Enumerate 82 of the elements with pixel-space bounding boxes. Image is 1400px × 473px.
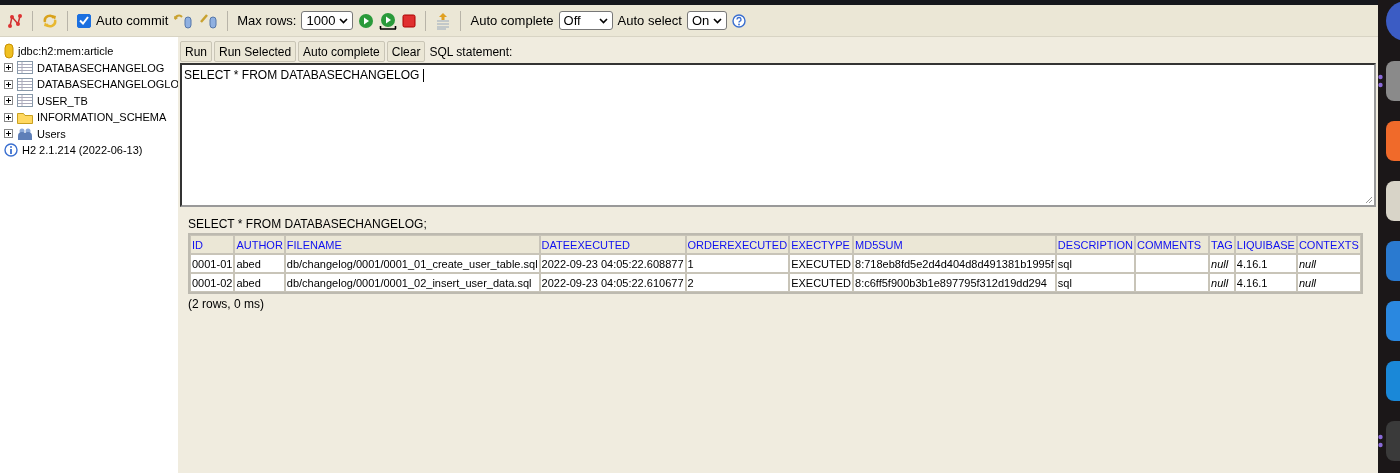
expand-icon[interactable] xyxy=(4,79,13,89)
table-icon xyxy=(17,93,33,109)
column-header[interactable]: EXECTYPE xyxy=(789,235,854,254)
column-header[interactable]: DATEEXECUTED xyxy=(539,235,686,254)
commit-icon[interactable] xyxy=(198,12,219,29)
table-cell: db/changelog/0001/0001_01_create_user_table.sql xyxy=(284,254,540,273)
expand-icon[interactable] xyxy=(4,112,13,122)
tree-item[interactable]: DATABASECHANGELOGLO xyxy=(37,77,178,92)
caret-icon xyxy=(339,17,349,24)
expand-icon[interactable] xyxy=(4,129,13,139)
database-icon xyxy=(4,43,14,60)
users-icon xyxy=(17,126,33,142)
table-icon xyxy=(17,60,33,76)
max-rows-select[interactable]: 1000 xyxy=(301,11,354,30)
table-cell: 8:718eb8fd5e2d4d404d8d491381b1995f xyxy=(853,254,1056,273)
caret-icon xyxy=(713,17,723,24)
stop-icon[interactable] xyxy=(402,13,417,28)
column-header[interactable]: TAG xyxy=(1209,235,1235,254)
expand-icon[interactable] xyxy=(4,96,13,106)
column-header[interactable]: ID xyxy=(190,235,235,254)
table-cell: sql xyxy=(1055,273,1136,292)
sql-editor[interactable]: SELECT * FROM DATABASECHANGELOG xyxy=(180,63,1376,207)
column-header[interactable]: AUTHOR xyxy=(234,235,285,254)
resize-grip-icon[interactable] xyxy=(1365,196,1373,204)
result-statement: SELECT * FROM DATABASECHANGELOG; xyxy=(188,217,428,231)
auto-complete-label: Auto complete xyxy=(470,13,554,28)
tree-item[interactable]: USER_TB xyxy=(37,93,88,108)
rollback-icon[interactable] xyxy=(173,12,194,29)
disconnect-icon[interactable] xyxy=(7,12,23,29)
sql-statement-label: SQL statement: xyxy=(429,44,513,59)
table-cell: 8:c6ff5f900b3b1e897795f312d19dd294 xyxy=(853,273,1056,292)
auto-complete-select[interactable]: Off xyxy=(558,11,613,30)
version-label: H2 2.1.214 (2022-06-13) xyxy=(22,143,143,158)
tree-item[interactable]: INFORMATION_SCHEMA xyxy=(37,110,167,125)
table-icon xyxy=(17,76,33,92)
table-cell: 1 xyxy=(685,254,790,273)
column-header[interactable]: COMMENTS xyxy=(1135,235,1210,254)
column-header[interactable]: CONTEXTS xyxy=(1296,235,1361,254)
info-icon xyxy=(4,143,18,158)
column-header[interactable]: FILENAME xyxy=(284,235,540,254)
table-cell: EXECUTED xyxy=(789,254,854,273)
null-cell: null xyxy=(1209,254,1235,273)
table-cell: 4.16.1 xyxy=(1234,273,1297,292)
run-selected-icon[interactable] xyxy=(379,11,398,30)
help-icon[interactable] xyxy=(732,13,747,28)
run-button[interactable]: Run xyxy=(180,41,212,62)
caret-icon xyxy=(598,17,608,24)
column-header[interactable]: DESCRIPTION xyxy=(1055,235,1136,254)
table-cell: 4.16.1 xyxy=(1234,254,1297,273)
column-header[interactable]: ORDEREXECUTED xyxy=(685,235,790,254)
auto-commit-checkbox[interactable] xyxy=(77,13,91,28)
tree-item[interactable]: DATABASECHANGELOG xyxy=(37,60,165,75)
run-selected-button[interactable]: Run Selected xyxy=(214,41,297,62)
null-cell: null xyxy=(1296,254,1361,273)
table-cell: 2022-09-23 04:05:22.610677 xyxy=(539,273,686,292)
auto-select-select[interactable]: On xyxy=(686,11,728,30)
table-cell: db/changelog/0001/0001_02_insert_user_data.sql xyxy=(284,273,540,292)
table-cell: abed xyxy=(234,254,285,273)
null-cell: null xyxy=(1296,273,1361,292)
auto-complete-button[interactable]: Auto complete xyxy=(298,41,385,62)
auto-commit-label: Auto commit xyxy=(96,13,169,28)
clear-button[interactable]: Clear xyxy=(386,41,426,62)
tree-item[interactable]: Users xyxy=(37,126,66,141)
running-indicator-icon xyxy=(1378,73,1383,88)
null-cell: null xyxy=(1209,273,1235,292)
max-rows-label: Max rows: xyxy=(237,13,297,28)
column-header[interactable]: MD5SUM xyxy=(853,235,1056,254)
run-icon[interactable] xyxy=(358,12,375,29)
connection-label[interactable]: jdbc:h2:mem:article xyxy=(18,44,114,59)
table-cell: 0001-01 xyxy=(190,254,235,273)
table-cell: 2 xyxy=(685,273,790,292)
row-count: (2 rows, 0 ms) xyxy=(188,297,265,311)
table-cell: 0001-02 xyxy=(190,273,235,292)
table-cell: EXECUTED xyxy=(789,273,854,292)
checkmark-icon xyxy=(79,16,89,25)
table-cell: sql xyxy=(1055,254,1136,273)
auto-select-label: Auto select xyxy=(617,13,682,28)
column-header[interactable]: LIQUIBASE xyxy=(1234,235,1297,254)
table-cell: 2022-09-23 04:05:22.608877 xyxy=(539,254,686,273)
table-cell: abed xyxy=(234,273,285,292)
running-indicator-icon xyxy=(1378,433,1383,448)
expand-icon[interactable] xyxy=(4,63,13,73)
